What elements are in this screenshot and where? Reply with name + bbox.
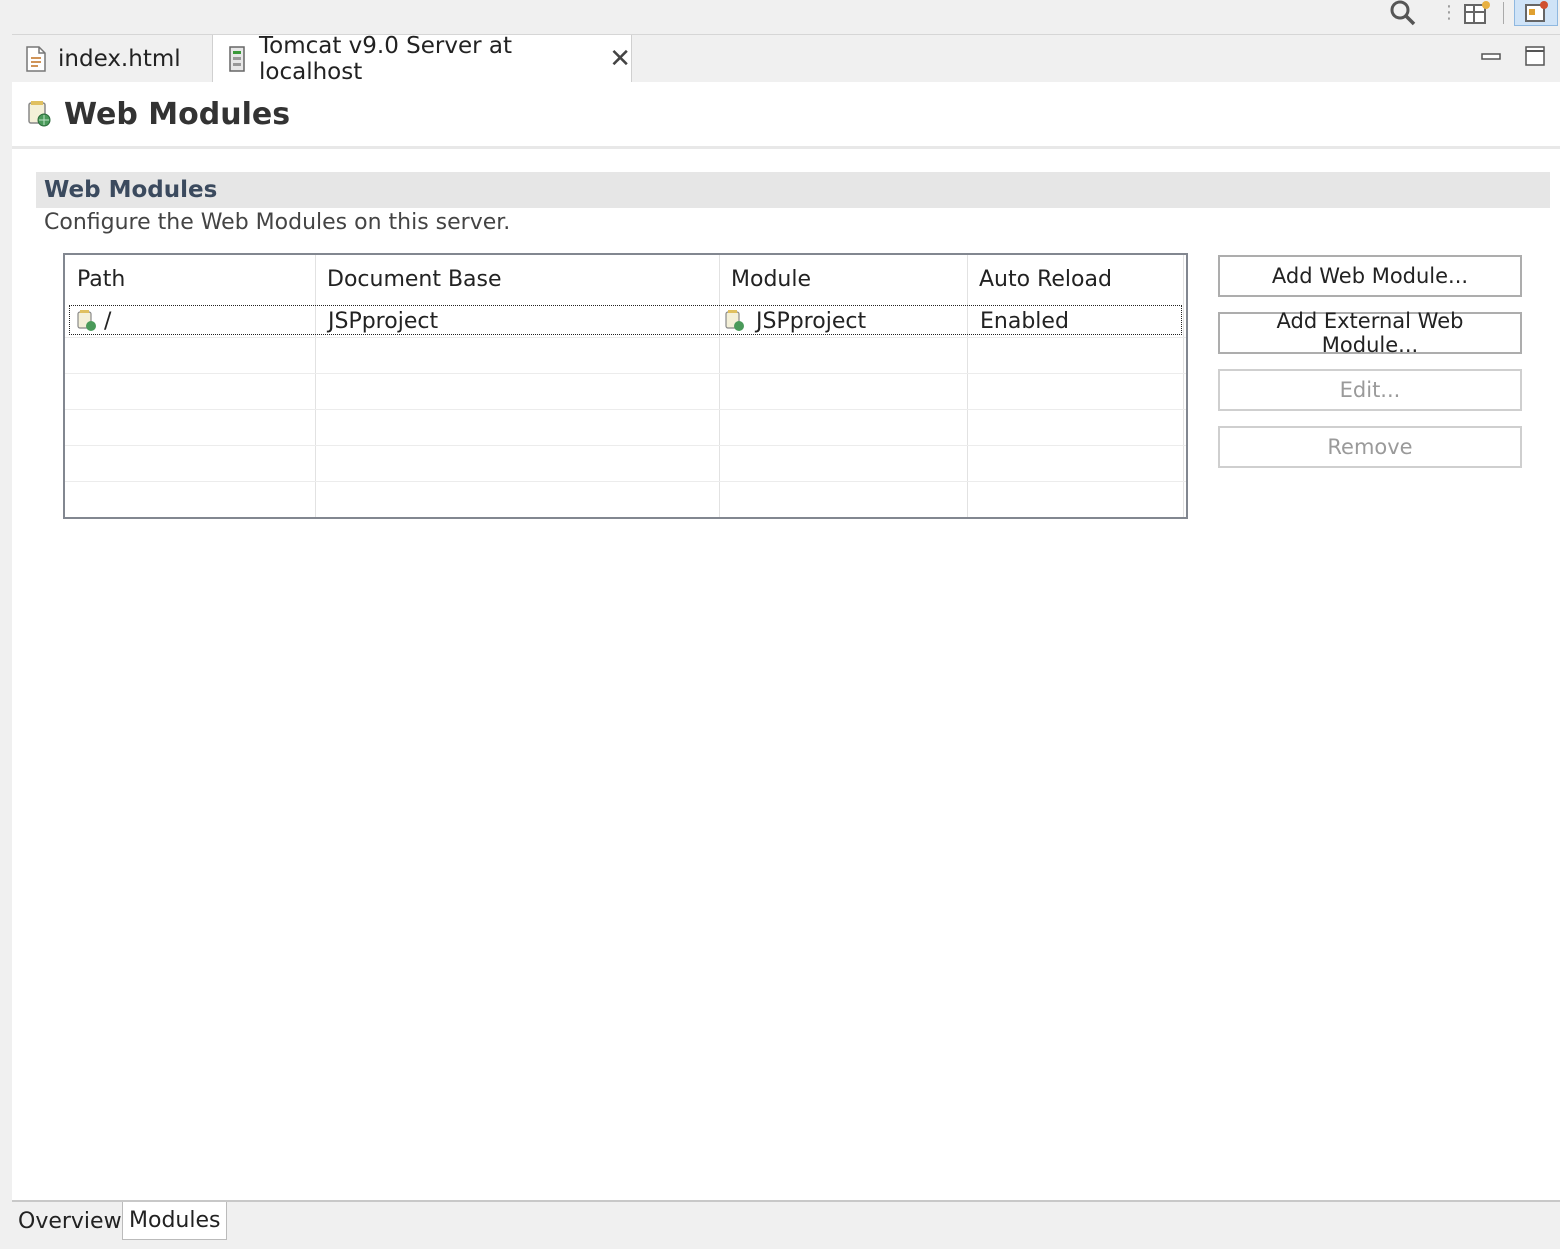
table-header: Path Document Base Module Auto Reload bbox=[65, 255, 1186, 303]
web-module-icon bbox=[76, 309, 98, 333]
table-row[interactable]: / JSPproject JSPproject Enabled bbox=[69, 305, 1182, 335]
close-icon[interactable]: ✕ bbox=[609, 44, 631, 74]
tab-label: Tomcat v9.0 Server at localhost bbox=[259, 33, 513, 85]
tab-label: index.html bbox=[58, 46, 181, 72]
server-icon bbox=[225, 45, 249, 73]
cell-path: / bbox=[76, 306, 111, 336]
module-value: JSPproject bbox=[756, 308, 867, 334]
column-header-module[interactable]: Module bbox=[719, 255, 967, 303]
left-gutter bbox=[0, 34, 12, 1247]
search-icon[interactable] bbox=[1386, 0, 1420, 26]
toolbar-separator bbox=[1503, 2, 1504, 24]
section-title: Web Modules bbox=[44, 177, 218, 203]
column-header-document-base[interactable]: Document Base bbox=[315, 255, 719, 303]
section-header: Web Modules bbox=[36, 172, 1550, 208]
editor-page-tabs: Overview Modules bbox=[12, 1200, 1560, 1249]
web-module-icon bbox=[26, 99, 54, 129]
web-module-icon bbox=[724, 309, 746, 333]
server-editor: Web Modules Web Modules Configure the We… bbox=[12, 82, 1560, 1200]
column-divider bbox=[967, 255, 968, 517]
row-separator bbox=[65, 481, 1186, 482]
cell-module: JSPproject bbox=[724, 306, 866, 336]
section-description: Configure the Web Modules on this server… bbox=[44, 210, 511, 235]
tab-index-html[interactable]: index.html bbox=[12, 35, 212, 83]
tab-overview[interactable]: Overview bbox=[12, 1202, 128, 1240]
web-modules-table[interactable]: Path Document Base Module Auto Reload / … bbox=[63, 253, 1188, 519]
html-file-icon bbox=[24, 45, 48, 73]
javaee-perspective-icon[interactable] bbox=[1514, 0, 1558, 26]
row-separator bbox=[65, 373, 1186, 374]
column-header-path[interactable]: Path bbox=[65, 255, 315, 303]
cell-auto-reload: Enabled bbox=[980, 308, 1069, 334]
edit-button[interactable]: Edit... bbox=[1218, 369, 1522, 411]
main-toolbar: ⋮ bbox=[0, 0, 1560, 34]
editor-tab-strip: index.html Tomcat v9.0 Server at localho… bbox=[12, 33, 1560, 85]
tab-modules[interactable]: Modules bbox=[122, 1202, 228, 1240]
remove-button[interactable]: Remove bbox=[1218, 426, 1522, 468]
column-divider bbox=[1183, 255, 1184, 517]
add-external-web-module-button[interactable]: Add External Web Module... bbox=[1218, 309, 1522, 357]
add-web-module-button[interactable]: Add Web Module... bbox=[1218, 255, 1522, 297]
page-title: Web Modules bbox=[64, 96, 291, 132]
row-separator bbox=[65, 337, 1186, 338]
column-header-auto-reload[interactable]: Auto Reload bbox=[967, 255, 1186, 303]
row-separator bbox=[65, 445, 1186, 446]
column-divider bbox=[315, 255, 316, 517]
cell-document-base: JSPproject bbox=[328, 308, 439, 334]
page-header: Web Modules bbox=[12, 82, 1560, 149]
column-divider bbox=[719, 255, 720, 517]
maximize-icon[interactable] bbox=[1522, 43, 1548, 69]
tab-tomcat-server[interactable]: Tomcat v9.0 Server at localhost ✕ bbox=[212, 33, 632, 85]
open-perspective-icon[interactable] bbox=[1460, 0, 1494, 26]
toolbar-grip: ⋮ bbox=[1440, 2, 1458, 23]
path-value: / bbox=[104, 308, 112, 334]
row-separator bbox=[65, 409, 1186, 410]
minimize-icon[interactable] bbox=[1478, 43, 1504, 69]
